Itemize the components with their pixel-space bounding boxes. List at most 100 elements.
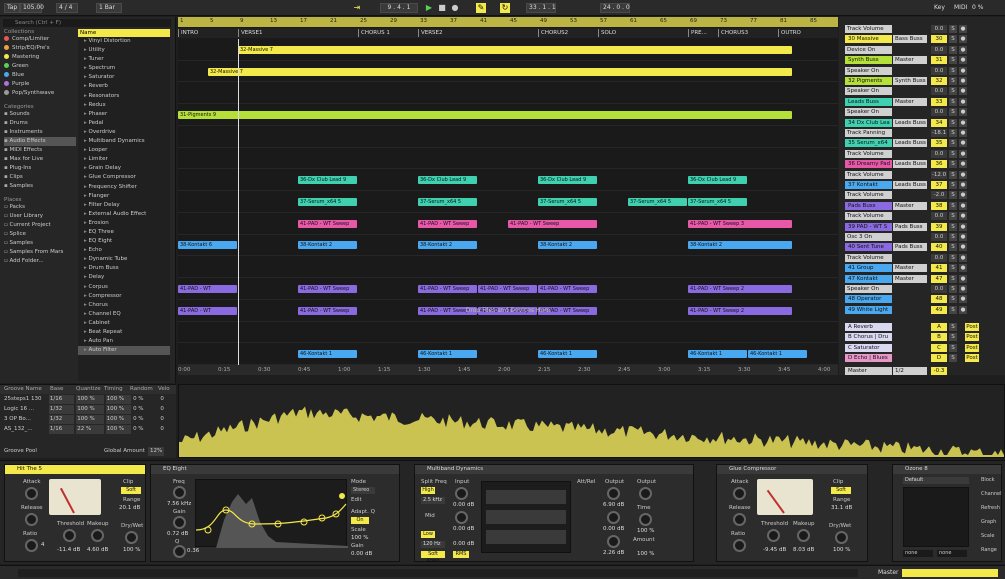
collection-item[interactable]: Mastering xyxy=(4,53,76,62)
output-high-knob[interactable] xyxy=(607,487,620,500)
track-lane[interactable]: 31-Pigments 9 xyxy=(178,104,838,126)
groove-cell[interactable]: 0 % xyxy=(133,405,160,414)
groove-cell[interactable]: 100 % xyxy=(105,415,132,424)
browser-item[interactable]: ▸ Utility xyxy=(78,46,170,55)
browser-item[interactable]: ▸ Spectrum xyxy=(78,64,170,73)
solo-button[interactable]: S xyxy=(949,323,957,331)
arm-button[interactable]: ● xyxy=(959,264,967,273)
groove-cell[interactable]: 100 % xyxy=(76,415,104,424)
return-letter[interactable]: A xyxy=(931,323,947,331)
solo-button[interactable]: S xyxy=(949,45,957,54)
clip[interactable]: 38-Kontakt 2 xyxy=(418,241,477,250)
browser-item[interactable]: ▸ Beat Repeat xyxy=(78,328,170,337)
track-lane[interactable] xyxy=(178,148,838,170)
scale-value[interactable]: 100 % xyxy=(351,535,368,541)
clip[interactable]: 37-Serum_x64 5 xyxy=(688,197,747,206)
band-display[interactable] xyxy=(481,481,571,553)
track-volume-value[interactable]: -18.1 xyxy=(931,129,947,137)
browser-item[interactable]: ▸ Pedal xyxy=(78,119,170,128)
groove-column-header[interactable]: Groove Name xyxy=(4,385,50,394)
release-knob[interactable] xyxy=(25,513,38,526)
collection-item[interactable]: Green xyxy=(4,62,76,71)
solo-button[interactable]: S xyxy=(949,108,957,117)
device-title[interactable]: Ozone 8 xyxy=(893,465,1001,474)
browser-item[interactable]: ▸ Grain Delay xyxy=(78,164,170,173)
loop-length-field[interactable]: 24 . 0 . 0 xyxy=(600,3,630,13)
arm-button[interactable]: ● xyxy=(959,108,967,117)
groove-cell[interactable]: 0 xyxy=(160,405,176,414)
routing-select[interactable]: Synth Buss xyxy=(893,77,927,85)
category-item[interactable]: ▪ Audio Effects xyxy=(4,137,76,146)
device-title[interactable]: Glue Compressor xyxy=(717,465,867,474)
return-track-name[interactable]: B Chorus | Dru xyxy=(845,333,892,342)
solo-button[interactable]: S xyxy=(949,170,957,179)
groove-cell[interactable]: 1/16 xyxy=(48,425,75,434)
automation-select[interactable]: Track Volume xyxy=(845,253,892,262)
browser-item[interactable]: ▸ Corpus xyxy=(78,283,170,292)
clip[interactable]: 46-Kontakt 1 xyxy=(418,350,477,359)
solo-button[interactable]: S xyxy=(949,97,957,106)
ozone-side-label[interactable]: Scale xyxy=(981,533,994,539)
browser-item[interactable]: ▸ External Audio Effect xyxy=(78,210,170,219)
track-number[interactable]: 34 xyxy=(931,118,947,127)
browser-item[interactable]: ▸ Flanger xyxy=(78,192,170,201)
place-item[interactable]: ▫ User Library xyxy=(4,212,76,221)
place-item[interactable]: ▫ Packs xyxy=(4,203,76,212)
ozone-side-label[interactable]: Range xyxy=(981,547,997,553)
track-number[interactable]: 35 xyxy=(931,139,947,148)
routing-select[interactable]: Master xyxy=(893,56,927,65)
rms-toggle[interactable]: RMS xyxy=(453,551,469,558)
clip[interactable]: 37-Serum_x64 5 xyxy=(538,197,597,206)
track-number[interactable]: 39 xyxy=(931,222,947,231)
groove-column-header[interactable]: Timing xyxy=(104,385,130,394)
clip[interactable]: 46-Kontakt 1 xyxy=(538,350,597,359)
track-number[interactable]: 38 xyxy=(931,201,947,210)
sidechain-select-2[interactable]: none xyxy=(937,550,967,557)
arm-button[interactable]: ● xyxy=(959,201,967,210)
device-title[interactable]: Multiband Dynamics xyxy=(415,465,693,474)
groove-cell[interactable]: 1/32 xyxy=(48,405,75,414)
track-lane[interactable] xyxy=(178,256,838,279)
routing-select[interactable]: Leads Buss xyxy=(893,118,927,127)
freq-knob[interactable] xyxy=(173,486,186,499)
threshold-knob[interactable] xyxy=(63,529,76,542)
groove-row[interactable]: 3 OP Bo... 1/32 100 % 100 % 0 % 0 xyxy=(0,415,176,424)
routing-select[interactable]: Pads Buss xyxy=(893,222,927,231)
clip[interactable]: 41-PAD - WT Sweep xyxy=(298,284,357,293)
tap-button[interactable]: Tap xyxy=(4,3,21,13)
groove-cell[interactable]: 0 xyxy=(160,395,176,404)
return-track-name[interactable]: A Reverb xyxy=(845,323,892,331)
arm-button[interactable]: ● xyxy=(959,170,967,179)
track-volume-value[interactable]: 0.0 xyxy=(931,253,947,262)
groove-cell[interactable]: 0 % xyxy=(133,425,160,434)
browser-item[interactable]: ▸ Limiter xyxy=(78,155,170,164)
ozone-side-label[interactable]: Graph xyxy=(981,519,996,525)
groove-cell[interactable]: 0 xyxy=(160,415,176,424)
clip[interactable]: 38-Kontakt 6 xyxy=(178,241,237,250)
clip[interactable]: 36-Dx Club Lead 9 xyxy=(418,176,477,185)
track-volume-value[interactable]: 0.0 xyxy=(931,87,947,96)
automation-select[interactable]: Track Volume xyxy=(845,212,892,221)
arm-button[interactable]: ● xyxy=(959,191,967,200)
groove-cell[interactable]: 1/16 xyxy=(48,395,75,404)
name-column-header[interactable]: Name xyxy=(78,29,170,37)
master-track-name[interactable]: Master xyxy=(845,366,892,375)
track-name[interactable]: Pads Buss xyxy=(845,201,892,210)
track-number[interactable]: 31 xyxy=(931,56,947,65)
output-gain-value[interactable]: 0.00 dB xyxy=(351,551,372,557)
arm-button[interactable]: ● xyxy=(959,233,967,241)
midi-map-button[interactable]: MIDI xyxy=(954,4,967,11)
groove-cell[interactable]: 100 % xyxy=(105,405,132,414)
post-button[interactable]: Post xyxy=(965,323,979,331)
category-item[interactable]: ▪ Samples xyxy=(4,182,76,191)
arm-button[interactable]: ● xyxy=(959,160,967,169)
arm-button[interactable]: ● xyxy=(959,274,967,283)
range-value[interactable]: 20.1 dB xyxy=(119,505,140,511)
clip[interactable]: 37-Serum_x64 5 xyxy=(298,197,357,206)
category-item[interactable]: ▪ Max for Live xyxy=(4,155,76,164)
solo-button[interactable]: S xyxy=(949,253,957,262)
arm-button[interactable]: ● xyxy=(959,97,967,106)
ozone-side-label[interactable]: Block xyxy=(981,477,995,483)
groove-row[interactable]: 25steps1 130 1/16 100 % 100 % 0 % 0 xyxy=(0,395,176,404)
clip[interactable]: 41-PAD - WT Sweep xyxy=(418,219,477,228)
